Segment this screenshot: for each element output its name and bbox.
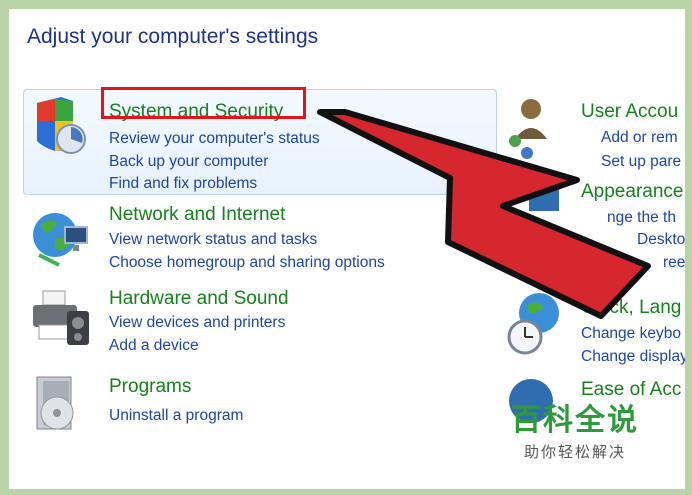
watermark-sub: 助你轻松解决 [523,444,626,461]
watermark-main: 百科全说 [511,404,639,437]
watermark: 百科全说 助你轻松解决 [500,395,650,462]
